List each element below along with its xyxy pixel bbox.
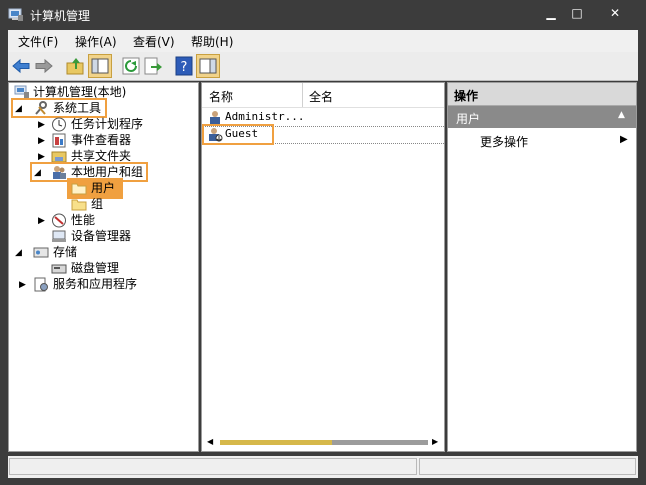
- scrollbar-track[interactable]: [332, 440, 428, 445]
- expand-arrow-icon[interactable]: ▶: [38, 216, 46, 226]
- forward-arrow-icon[interactable]: [33, 55, 55, 77]
- navigation-tree: 计算机管理(本地) ◢ 系统工具 ▶ 任务计划程序 ▶ 事件查看器 ▶ 共享文件…: [8, 82, 199, 452]
- show-hide-tree-icon: [91, 58, 109, 74]
- user-icon: [210, 111, 220, 124]
- submenu-arrow-icon: ▶: [620, 134, 628, 145]
- actions-header: 操作: [448, 83, 636, 106]
- tree-performance[interactable]: 性能: [71, 212, 95, 228]
- tree-task-scheduler[interactable]: 任务计划程序: [71, 116, 143, 132]
- toolbar: ?: [8, 52, 638, 81]
- computer-management-icon: [8, 8, 23, 21]
- event-viewer-icon: [52, 133, 66, 148]
- menu-view[interactable]: 查看(V): [133, 33, 175, 50]
- tree-storage[interactable]: 存储: [53, 244, 77, 260]
- menu-action[interactable]: 操作(A): [75, 33, 117, 50]
- tree-device-manager[interactable]: 设备管理器: [71, 228, 131, 244]
- services-icon: [34, 277, 48, 292]
- column-divider[interactable]: [302, 83, 303, 107]
- storage-icon: [33, 247, 49, 258]
- more-actions-label: 更多操作: [480, 135, 529, 149]
- column-name-header[interactable]: 名称: [209, 88, 233, 105]
- minimize-button[interactable]: ▁: [540, 4, 562, 22]
- actions-pane: 操作 用户 ▲ 更多操作 ▶: [447, 82, 637, 452]
- horizontal-scrollbar[interactable]: ◀ ▶: [204, 435, 442, 449]
- export-list-icon[interactable]: [142, 55, 164, 77]
- close-button[interactable]: ✕: [604, 4, 626, 22]
- up-folder-icon[interactable]: [64, 55, 86, 77]
- actions-title: 操作: [454, 89, 479, 103]
- tree-groups[interactable]: 组: [91, 196, 103, 212]
- highlight-system-tools: [11, 98, 107, 118]
- status-bar: [8, 456, 638, 478]
- status-cell-secondary: [419, 458, 636, 475]
- tree-services-apps[interactable]: 服务和应用程序: [53, 276, 137, 292]
- show-hide-tree-button[interactable]: [88, 54, 112, 78]
- menu-file[interactable]: 文件(F): [18, 33, 58, 50]
- expand-arrow-icon[interactable]: ▶: [38, 120, 46, 130]
- show-hide-action-pane-icon: [199, 58, 217, 74]
- back-arrow-icon[interactable]: [10, 55, 32, 77]
- window-title: 计算机管理: [30, 9, 91, 23]
- show-hide-action-pane-button[interactable]: [196, 54, 220, 78]
- refresh-icon[interactable]: [120, 55, 142, 77]
- disk-management-icon: [51, 264, 67, 274]
- more-actions-item[interactable]: 更多操作 ▶: [448, 131, 636, 151]
- actions-section[interactable]: 用户 ▲: [448, 106, 636, 128]
- clock-icon: [52, 117, 66, 132]
- scrollbar-thumb[interactable]: [220, 440, 332, 445]
- tree-event-viewer[interactable]: 事件查看器: [71, 132, 131, 148]
- collapse-arrow-icon[interactable]: ◢: [15, 248, 23, 258]
- content-list: 名称 全名 Administr... Guest ◀ ▶: [201, 82, 445, 452]
- maximize-button[interactable]: □: [566, 4, 588, 22]
- folder-icon: [71, 199, 87, 211]
- expand-arrow-icon[interactable]: ▶: [19, 280, 27, 290]
- tree-disk-management[interactable]: 磁盘管理: [71, 260, 119, 276]
- row-name: Administr...: [225, 110, 305, 123]
- actions-section-label: 用户: [456, 112, 481, 126]
- expand-arrow-icon[interactable]: ▶: [38, 152, 46, 162]
- column-fullname-header[interactable]: 全名: [309, 88, 333, 105]
- collapse-up-icon[interactable]: ▲: [618, 110, 625, 120]
- list-header: 名称 全名: [202, 83, 444, 108]
- title-bar: 计算机管理 ▁ □ ✕: [0, 0, 646, 30]
- menu-help[interactable]: 帮助(H): [191, 33, 233, 50]
- highlight-guest: [202, 124, 274, 145]
- svg-text:?: ?: [181, 60, 188, 75]
- device-manager-icon: [52, 230, 66, 242]
- scroll-left-icon[interactable]: ◀: [207, 437, 213, 446]
- status-cell-main: [9, 458, 417, 475]
- scroll-right-icon[interactable]: ▶: [432, 437, 438, 446]
- performance-icon: [52, 213, 66, 228]
- menu-bar: 文件(F) 操作(A) 查看(V) 帮助(H): [8, 30, 638, 53]
- help-icon[interactable]: ?: [173, 55, 195, 77]
- expand-arrow-icon[interactable]: ▶: [38, 136, 46, 146]
